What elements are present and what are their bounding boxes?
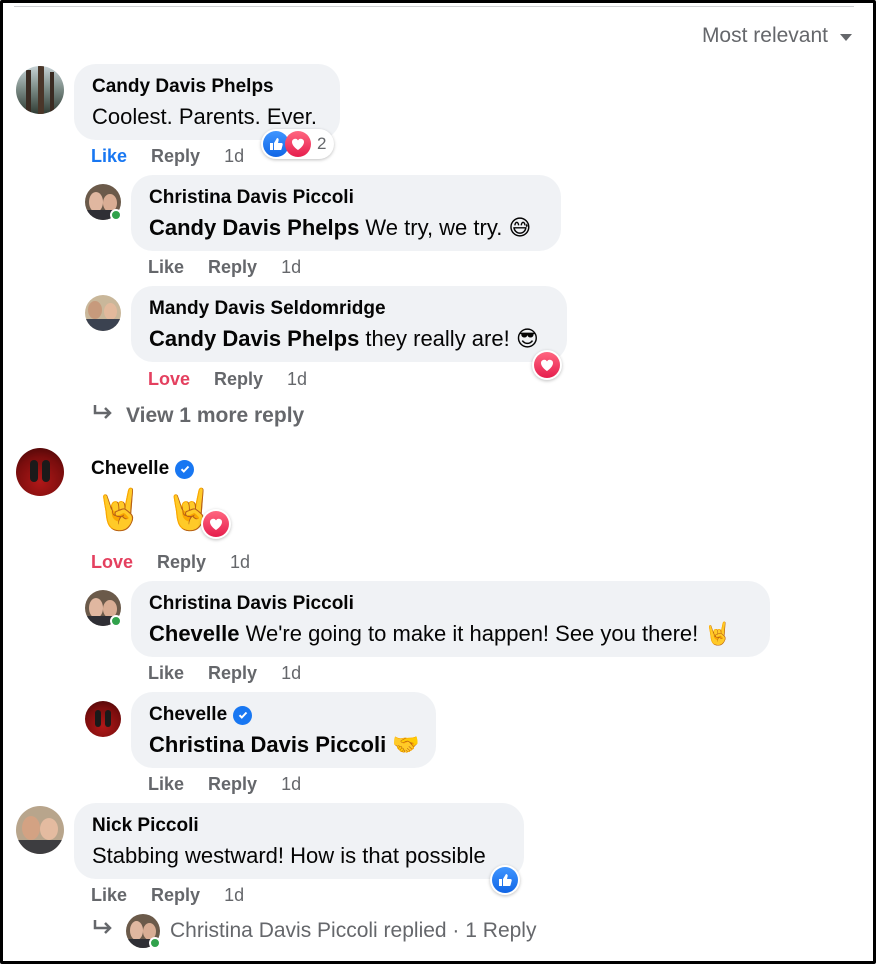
- author-name: Chevelle: [91, 458, 170, 479]
- reply-button[interactable]: Reply: [208, 663, 257, 684]
- reply-actions: Like Reply 1d: [148, 774, 325, 795]
- sort-caret-icon: [840, 34, 852, 41]
- reply-actions: Like Reply 1d: [148, 663, 325, 684]
- view-more-replies[interactable]: View 1 more reply: [92, 403, 304, 429]
- verified-badge-icon: [233, 705, 253, 725]
- love-reaction-icon: [285, 131, 311, 157]
- reply-body: 🤝: [386, 732, 420, 757]
- reply-bubble: Christina Davis Piccoli Candy Davis Phel…: [131, 175, 561, 251]
- reply-bubble: Chevelle Christina Davis Piccoli 🤝: [131, 692, 436, 768]
- reaction-count: 2: [317, 134, 327, 153]
- reaction-summary[interactable]: [532, 350, 562, 380]
- avatar-mandy[interactable]: [85, 295, 121, 331]
- reaction-summary[interactable]: [490, 865, 520, 895]
- mention-link[interactable]: Chevelle: [149, 621, 240, 646]
- comment-text: Coolest. Parents. Ever.: [92, 104, 317, 129]
- comment-actions: Like Reply 1d: [91, 885, 268, 906]
- author-name: Nick Piccoli: [92, 815, 199, 836]
- comment-actions: Love Reply 1d: [91, 552, 274, 573]
- mention-link[interactable]: Christina Davis Piccoli: [149, 732, 386, 757]
- author-name: Candy Davis Phelps: [92, 76, 274, 97]
- like-button[interactable]: Like: [148, 663, 184, 684]
- timestamp[interactable]: 1d: [281, 774, 301, 795]
- author-name: Chevelle: [149, 704, 228, 725]
- reply-button[interactable]: Reply: [151, 146, 200, 167]
- love-button[interactable]: Love: [148, 369, 190, 390]
- reply-bubble: Mandy Davis Seldomridge Candy Davis Phel…: [131, 286, 567, 362]
- reaction-summary[interactable]: [201, 509, 231, 539]
- timestamp[interactable]: 1d: [230, 552, 250, 573]
- timestamp[interactable]: 1d: [224, 885, 244, 906]
- like-button[interactable]: Like: [148, 774, 184, 795]
- reply-author[interactable]: Mandy Davis Seldomridge: [149, 298, 549, 320]
- love-reaction-icon: [203, 511, 229, 537]
- reply-actions: Like Reply 1d: [148, 257, 325, 278]
- comment-author[interactable]: Candy Davis Phelps: [92, 76, 322, 98]
- author-name: Mandy Davis Seldomridge: [149, 298, 386, 319]
- reply-text: Candy Davis Phelps We try, we try. 😅: [149, 215, 543, 241]
- reply-text: Chevelle We're going to make it happen! …: [149, 621, 752, 647]
- divider: [14, 6, 854, 7]
- reply-author[interactable]: Christina Davis Piccoli: [149, 187, 543, 209]
- comment-text: Stabbing westward! How is that possible: [92, 843, 486, 868]
- reply-button[interactable]: Reply: [208, 257, 257, 278]
- reply-author[interactable]: Christina Davis Piccoli: [149, 593, 752, 615]
- avatar-chevelle[interactable]: [16, 448, 64, 496]
- online-status-icon: [110, 209, 122, 221]
- avatar-christina[interactable]: [85, 590, 122, 627]
- replies-summary-label: Christina Davis Piccoli replied · 1 Repl…: [170, 919, 537, 942]
- avatar-chevelle[interactable]: [85, 701, 121, 737]
- author-name: Christina Davis Piccoli: [149, 187, 354, 208]
- sort-label: Most relevant: [701, 24, 828, 47]
- reply-button[interactable]: Reply: [157, 552, 206, 573]
- comment-bubble: Nick Piccoli Stabbing westward! How is t…: [74, 803, 524, 879]
- reply-body: We're going to make it happen! See you t…: [239, 621, 732, 646]
- emoji-comment: 🤘 🤘: [94, 487, 219, 533]
- like-button[interactable]: Like: [91, 885, 127, 906]
- reply-actions: Love Reply 1d: [148, 369, 331, 390]
- comment-author[interactable]: Nick Piccoli: [92, 815, 506, 837]
- sort-dropdown[interactable]: Most relevant: [702, 24, 852, 48]
- avatar-nick[interactable]: [16, 806, 64, 854]
- online-status-icon: [110, 615, 122, 627]
- timestamp[interactable]: 1d: [281, 257, 301, 278]
- timestamp[interactable]: 1d: [287, 369, 307, 390]
- timestamp[interactable]: 1d: [281, 663, 301, 684]
- like-button[interactable]: Like: [91, 146, 127, 167]
- mention-link[interactable]: Candy Davis Phelps: [149, 326, 359, 351]
- love-reaction-icon: [534, 352, 560, 378]
- reply-button[interactable]: Reply: [151, 885, 200, 906]
- reply-text: Christina Davis Piccoli 🤝: [149, 732, 420, 758]
- replies-summary[interactable]: Christina Davis Piccoli replied · 1 Repl…: [92, 914, 537, 949]
- like-reaction-icon: [492, 867, 518, 893]
- author-name: Christina Davis Piccoli: [149, 593, 354, 614]
- reply-arrow-icon: [92, 918, 116, 944]
- avatar-christina: [126, 914, 161, 949]
- mention-link[interactable]: Candy Davis Phelps: [149, 215, 359, 240]
- reply-button[interactable]: Reply: [214, 369, 263, 390]
- avatar-candy[interactable]: [16, 66, 64, 114]
- verified-badge-icon: [175, 459, 195, 479]
- love-button[interactable]: Love: [91, 552, 133, 573]
- view-more-label: View 1 more reply: [126, 404, 305, 427]
- reply-bubble: Christina Davis Piccoli Chevelle We're g…: [131, 581, 770, 657]
- reaction-summary[interactable]: 2: [261, 129, 335, 159]
- comment-actions: Like Reply 1d: [91, 146, 268, 167]
- reply-arrow-icon: [92, 403, 116, 429]
- online-status-icon: [149, 937, 161, 949]
- reply-body: they really are! 😎: [359, 326, 539, 351]
- comment-author[interactable]: Chevelle: [91, 458, 195, 480]
- reply-button[interactable]: Reply: [208, 774, 257, 795]
- like-button[interactable]: Like: [148, 257, 184, 278]
- reply-author[interactable]: Chevelle: [149, 704, 418, 726]
- avatar-christina[interactable]: [85, 184, 122, 221]
- reply-text: Candy Davis Phelps they really are! 😎: [149, 326, 549, 352]
- reply-body: We try, we try. 😅: [359, 215, 532, 240]
- timestamp[interactable]: 1d: [224, 146, 244, 167]
